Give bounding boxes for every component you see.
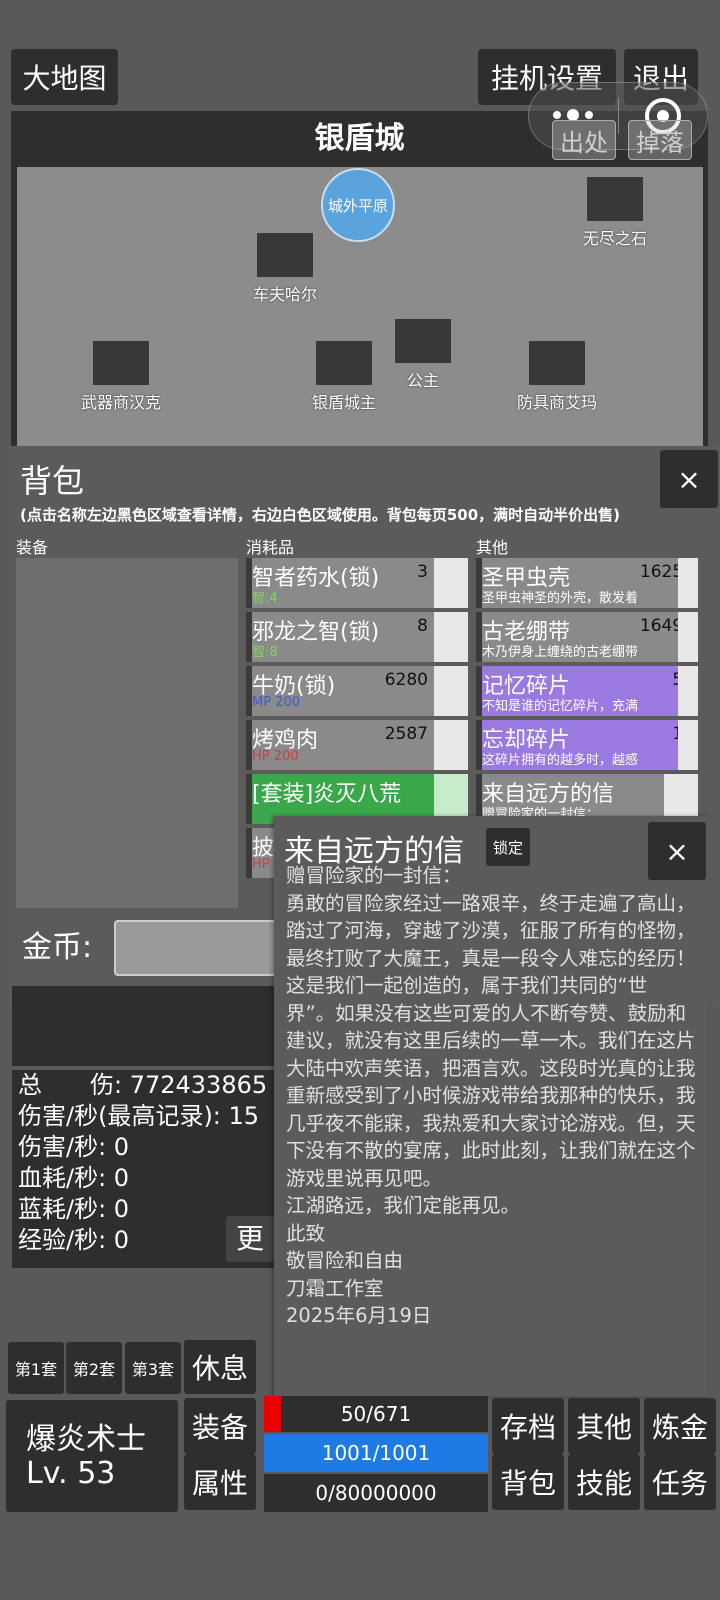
npc-icon xyxy=(257,233,313,277)
npc-label: 武器商汉克 xyxy=(81,393,162,412)
item-other[interactable]: 忘却碎片 这碎片拥有的越多时，越感 13 xyxy=(476,720,698,770)
item-sub: 智:4 xyxy=(252,591,278,606)
stat-max-dps: 伤害/秒(最高记录): 15 xyxy=(18,1102,260,1130)
world-map-button[interactable]: 大地图 xyxy=(11,49,118,105)
item-other[interactable]: 记忆碎片 不知是谁的记忆碎片，充满 50 xyxy=(476,666,698,716)
item-consumable[interactable]: 牛奶(锁) MP 200 6280 xyxy=(246,666,468,716)
exit-point-button[interactable]: 出处 xyxy=(552,120,616,160)
hp-text: 50/671 xyxy=(340,1402,412,1426)
lock-button[interactable]: 锁定 xyxy=(486,828,530,866)
bag-button[interactable]: 背包 xyxy=(492,1454,564,1510)
item-count: 8 xyxy=(417,616,428,636)
consumable-header: 消耗品 xyxy=(246,538,295,557)
item-use-area[interactable] xyxy=(678,666,698,716)
equip-button[interactable]: 装备 xyxy=(184,1398,256,1454)
other-button[interactable]: 其他 xyxy=(568,1398,640,1454)
item-sub: 木乃伊身上缠绕的古老绷带 xyxy=(482,645,639,660)
item-sub: 这碎片拥有的越多时，越感 xyxy=(482,753,639,768)
npc-label: 车夫哈尔 xyxy=(253,285,318,304)
npc-city-lord[interactable]: 银盾城主 xyxy=(312,341,376,413)
letter-line: 此致 xyxy=(286,1221,326,1245)
set-2-button[interactable]: 第2套 xyxy=(66,1342,122,1394)
stat-hp-cost: 血耗/秒: 0 xyxy=(18,1164,130,1192)
mp-text: 1001/1001 xyxy=(321,1441,431,1465)
other-header: 其他 xyxy=(476,538,509,557)
set-3-button[interactable]: 第3套 xyxy=(125,1342,181,1394)
stat-dps: 伤害/秒: 0 xyxy=(18,1133,130,1161)
item-sub: 智:8 xyxy=(252,645,278,660)
skill-button[interactable]: 技能 xyxy=(568,1454,640,1510)
battle-area xyxy=(12,986,274,1066)
map-panel: 银盾城 无尽之石 车夫哈尔 公主 武器商汉克 银盾城主 防具商艾玛 xyxy=(11,111,708,451)
character-level: Lv. 53 xyxy=(26,1456,116,1491)
item-use-area[interactable] xyxy=(678,612,698,662)
item-use-area[interactable] xyxy=(434,612,468,662)
npc-label: 防具商艾玛 xyxy=(517,393,598,412)
bag-close-button[interactable]: × xyxy=(660,450,718,508)
stat-total-damage: 总 伤: 772433865 xyxy=(18,1071,268,1099)
attr-button[interactable]: 属性 xyxy=(184,1454,256,1510)
rest-button[interactable]: 休息 xyxy=(184,1340,256,1394)
letter-line: 刀霜工作室 xyxy=(286,1276,384,1300)
item-sub: MP 200 xyxy=(252,695,301,710)
npc-icon xyxy=(529,341,585,385)
mp-bar: 1001/1001 xyxy=(264,1434,488,1472)
npc-icon xyxy=(316,341,372,385)
item-use-area[interactable] xyxy=(434,720,468,770)
item-consumable[interactable]: 智者药水(锁) 智:4 3 xyxy=(246,558,468,608)
save-button[interactable]: 存档 xyxy=(492,1398,564,1454)
letter-body: 赠冒险家的一封信： 勇敢的冒险家经过一路艰辛，终于走遍了高山，踏过了河海，穿越了… xyxy=(286,862,696,1330)
item-consumable[interactable]: 邪龙之智(锁) 智:8 8 xyxy=(246,612,468,662)
npc-endless-stone[interactable]: 无尽之石 xyxy=(583,177,647,249)
set-1-button[interactable]: 第1套 xyxy=(8,1342,64,1394)
npc-armor-merchant[interactable]: 防具商艾玛 xyxy=(517,341,597,413)
npc-princess[interactable]: 公主 xyxy=(395,319,451,391)
item-name: [套装]炎灭八荒 xyxy=(252,782,402,807)
hp-fill xyxy=(264,1396,281,1432)
exp-text: 0/80000000 xyxy=(315,1481,437,1505)
item-detail-popup: 来自远方的信 锁定 × 赠冒险家的一封信： 勇敢的冒险家经过一路艰辛，终于走遍了… xyxy=(274,816,708,1396)
exp-bar: 0/80000000 xyxy=(264,1474,488,1512)
equip-header: 装备 xyxy=(16,538,49,557)
item-sub: 圣甲虫神圣的外壳，散发着 xyxy=(482,591,639,606)
letter-line: 这是我们一起创造的，属于我们共同的“世界”。如果没有这些可爱的人不断夸赞、鼓励和… xyxy=(286,974,696,1190)
item-use-area[interactable] xyxy=(434,666,468,716)
npc-label: 公主 xyxy=(406,371,439,390)
location-city-outer-plain[interactable]: 城外平原 xyxy=(321,168,395,242)
item-use-area[interactable] xyxy=(678,558,698,608)
character-info: 爆炎术士 Lv. 53 xyxy=(6,1400,178,1512)
npc-weapon-merchant[interactable]: 武器商汉克 xyxy=(81,341,161,413)
gold-label: 金币: xyxy=(22,930,93,965)
letter-line: 赠冒险家的一封信： xyxy=(286,864,462,887)
npc-coachman[interactable]: 车夫哈尔 xyxy=(253,233,317,305)
item-sub: HP 200 xyxy=(252,749,299,764)
letter-line: 2025年6月19日 xyxy=(286,1304,432,1327)
more-button[interactable]: 更多 xyxy=(226,1216,274,1262)
letter-line: 敬冒险和自由 xyxy=(286,1249,404,1272)
item-other[interactable]: 圣甲虫壳 圣甲虫神圣的外壳，散发着 16259 xyxy=(476,558,698,608)
bag-hint: (点击名称左边黑色区域查看详情，右边白色区域使用。背包每页500，满时自动半价出… xyxy=(20,506,621,524)
item-sub: 不知是谁的记忆碎片，充满 xyxy=(482,699,639,714)
equip-list[interactable] xyxy=(16,558,238,908)
npc-label: 银盾城主 xyxy=(312,393,377,412)
letter-line: 勇敢的冒险家经过一路艰辛，终于走遍了高山，踏过了河海，穿越了沙漠，征服了所有的怪… xyxy=(286,891,696,970)
npc-icon xyxy=(93,341,149,385)
npc-icon xyxy=(395,319,451,363)
npc-label: 无尽之石 xyxy=(583,229,648,248)
drop-button[interactable]: 掉落 xyxy=(628,120,692,160)
item-use-area[interactable] xyxy=(678,720,698,770)
item-count: 3 xyxy=(417,562,428,582)
quest-button[interactable]: 任务 xyxy=(644,1454,716,1510)
item-other[interactable]: 古老绷带 木乃伊身上缠绕的古老绷带 16490 xyxy=(476,612,698,662)
item-use-area[interactable] xyxy=(434,558,468,608)
letter-line: 江湖路远，我们定能再见。 xyxy=(286,1194,521,1217)
item-count: 2587 xyxy=(384,724,428,744)
alchemy-button[interactable]: 炼金 xyxy=(644,1398,716,1454)
bag-title: 背包 xyxy=(20,462,85,500)
npc-icon xyxy=(587,177,643,221)
item-count: 6280 xyxy=(384,670,428,690)
hp-bar: 50/671 xyxy=(264,1396,488,1432)
character-class: 爆炎术士 xyxy=(26,1422,146,1457)
item-consumable[interactable]: 烤鸡肉 HP 200 2587 xyxy=(246,720,468,770)
